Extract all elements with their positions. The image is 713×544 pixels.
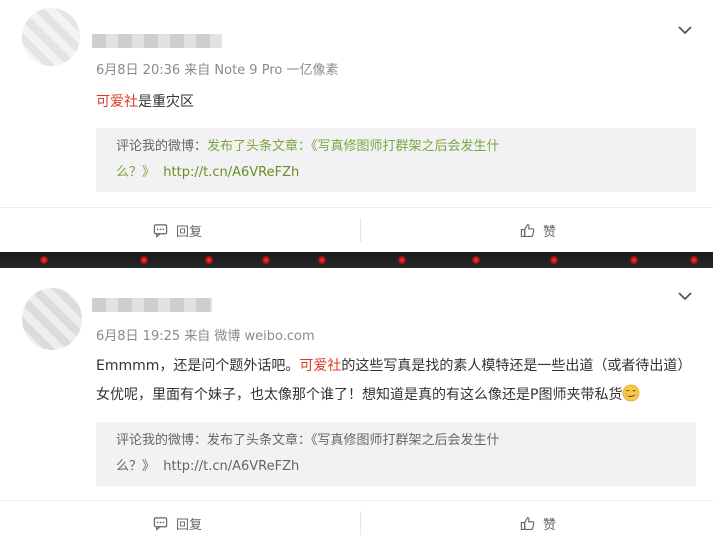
- red-light: [398, 256, 406, 264]
- quote-prefix: 评论我的微博：: [116, 139, 208, 154]
- comment-card: 6月8日 20:36 来自 Note 9 Pro 一亿像素 可爱社是重灾区 评论…: [0, 0, 713, 252]
- quote-action[interactable]: 发布了头条文章：: [207, 433, 311, 448]
- short-link[interactable]: http://t.cn/A6VReFZh: [163, 459, 299, 474]
- reply-label: 回复: [176, 224, 203, 240]
- short-link[interactable]: http://t.cn/A6VReFZh: [163, 165, 299, 180]
- username-redacted[interactable]: [92, 34, 222, 48]
- thumbs-up-icon: [520, 223, 535, 237]
- like-label: 赞: [543, 517, 557, 533]
- quote-title-end[interactable]: 么？》: [116, 459, 155, 474]
- quote-action[interactable]: 发布了头条文章：: [207, 139, 311, 154]
- post-meta: 6月8日 20:36 来自 Note 9 Pro 一亿像素: [96, 63, 339, 78]
- thumbs-up-icon: [520, 516, 535, 530]
- avatar[interactable]: [22, 8, 80, 66]
- highlight-link[interactable]: 可爱社: [299, 358, 341, 374]
- red-light: [140, 256, 148, 264]
- comment-segment: Emmmm，还是问个题外话吧。: [96, 358, 300, 374]
- reply-label: 回复: [176, 517, 203, 533]
- red-light: [472, 256, 480, 264]
- comment-card: 6月8日 19:25 来自 微博 weibo.com Emmmm，还是问个题外话…: [0, 268, 713, 544]
- divider: [360, 218, 361, 242]
- like-label: 赞: [543, 224, 557, 240]
- red-light: [40, 256, 48, 264]
- red-light: [630, 256, 638, 264]
- post-meta: 6月8日 19:25 来自 微博 weibo.com: [96, 329, 315, 344]
- comment-text: 可爱社是重灾区: [96, 88, 696, 117]
- like-button[interactable]: 赞: [520, 208, 556, 252]
- avatar[interactable]: [22, 288, 82, 350]
- comment-segment: 是重灾区: [138, 94, 194, 110]
- reply-button[interactable]: 回复: [153, 208, 202, 252]
- like-button[interactable]: 赞: [520, 501, 556, 544]
- quoted-post[interactable]: 评论我的微博：发布了头条文章：《写真修图师打群架之后会发生什 么？》 http:…: [96, 128, 696, 192]
- comment-text: Emmmm，还是问个题外话吧。可爱社的这些写真是找的素人模特还是一些出道（或者待…: [96, 352, 696, 410]
- action-bar: 回复 赞: [0, 500, 713, 544]
- comment-icon: [153, 223, 168, 238]
- red-light: [205, 256, 213, 264]
- highlight-link[interactable]: 可爱社: [96, 94, 138, 110]
- action-bar: 回复 赞: [0, 207, 713, 251]
- divider: [360, 511, 361, 535]
- quoted-post[interactable]: 评论我的微博：发布了头条文章：《写真修图师打群架之后会发生什 么？》 http:…: [96, 422, 696, 486]
- image-strip: [0, 252, 713, 268]
- username-redacted[interactable]: [92, 298, 212, 312]
- red-light: [550, 256, 558, 264]
- comment-icon: [153, 516, 168, 531]
- quote-title[interactable]: 《写真修图师打群架之后会发生什: [311, 433, 500, 448]
- quote-title-end[interactable]: 么？》: [116, 165, 155, 180]
- quote-title[interactable]: 《写真修图师打群架之后会发生什: [311, 139, 500, 154]
- red-light: [690, 256, 698, 264]
- reply-button[interactable]: 回复: [153, 501, 202, 544]
- chevron-down-icon[interactable]: [677, 22, 693, 38]
- chevron-down-icon[interactable]: [677, 288, 693, 304]
- smirk-emoji-icon: [623, 384, 640, 402]
- red-light: [318, 256, 326, 264]
- red-light: [262, 256, 270, 264]
- quote-prefix: 评论我的微博：: [116, 433, 208, 448]
